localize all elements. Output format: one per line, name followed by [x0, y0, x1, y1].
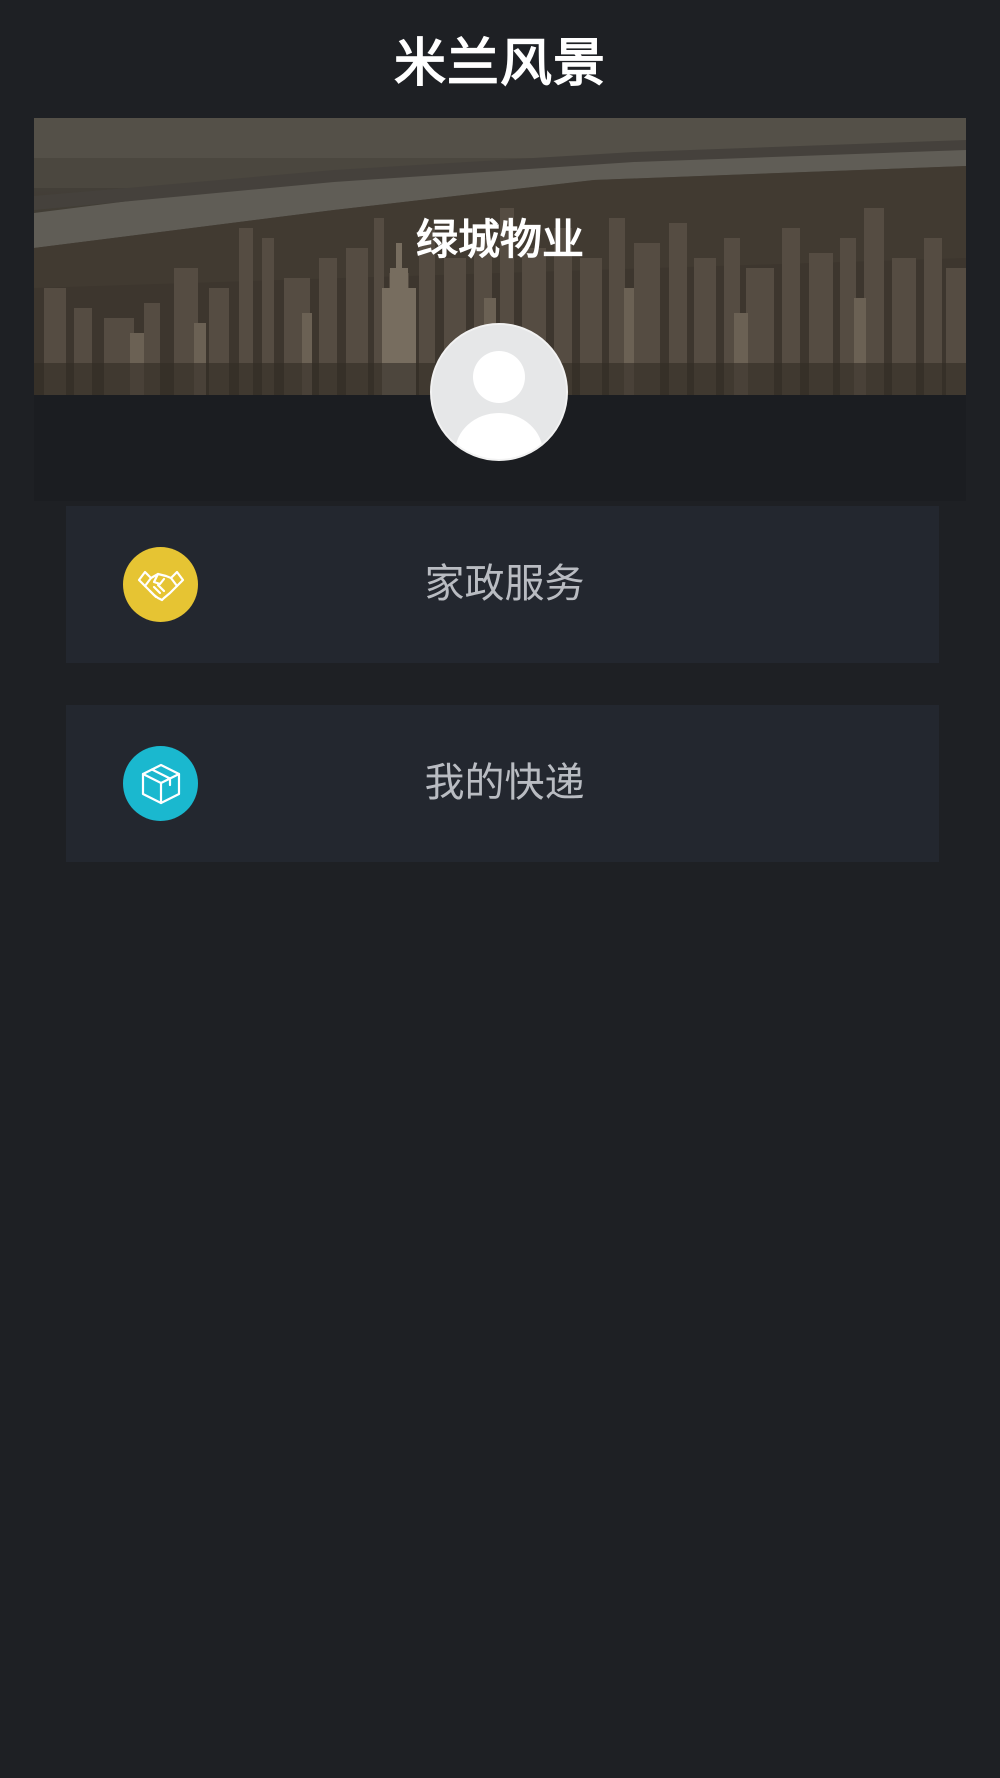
app-header: 米兰风景: [0, 0, 1000, 118]
menu-item-housekeeping[interactable]: 家政服务: [66, 506, 939, 663]
menu-item-my-express[interactable]: 我的快递: [66, 705, 939, 862]
user-avatar-icon: [432, 325, 566, 459]
avatar[interactable]: [430, 323, 568, 461]
hero-subtitle: 绿城物业: [415, 215, 584, 264]
menu-item-label: 家政服务: [424, 561, 585, 607]
menu-item-label: 我的快递: [424, 760, 585, 806]
page-title: 米兰风景: [393, 33, 606, 94]
